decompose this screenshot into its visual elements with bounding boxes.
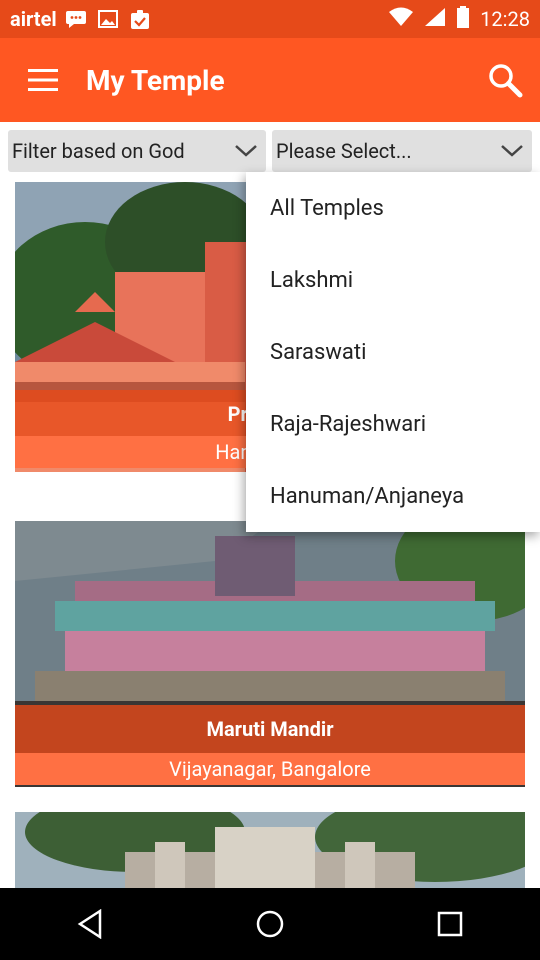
status-bar: airtel 12:28: [0, 0, 540, 38]
back-triangle-icon: [77, 909, 102, 939]
menu-item-saraswati[interactable]: Saraswati: [246, 316, 540, 388]
page-title: My Temple: [86, 63, 225, 97]
god-dropdown-menu: All Temples Lakshmi Saraswati Raja-Rajes…: [246, 172, 540, 532]
temple-card[interactable]: Maruti Mandir Vijayanagar, Bangalore: [15, 521, 525, 787]
chat-notification-icon: [65, 10, 87, 28]
wifi-icon: [388, 7, 414, 32]
menu-item-raja-rajeshwari[interactable]: Raja-Rajeshwari: [246, 388, 540, 460]
god-filter-label: Filter based on God: [12, 139, 185, 163]
recents-button[interactable]: [420, 894, 480, 954]
image-notification-icon: [97, 10, 119, 28]
home-button[interactable]: [240, 894, 300, 954]
god-filter-dropdown[interactable]: Filter based on God: [8, 130, 266, 172]
temple-photo: [15, 812, 525, 888]
temple-select-label: Please Select...: [276, 139, 412, 163]
back-button[interactable]: [60, 894, 120, 954]
recents-square-icon: [437, 911, 463, 937]
menu-item-lakshmi[interactable]: Lakshmi: [246, 244, 540, 316]
search-button[interactable]: [470, 38, 540, 122]
clock-time: 12:28: [480, 7, 530, 31]
system-navigation-bar: [0, 888, 540, 960]
battery-icon: [456, 5, 470, 33]
temple-name: Maruti Mandir: [15, 705, 525, 753]
app-bar: My Temple: [0, 38, 540, 122]
temple-location: Vijayanagar, Bangalore: [15, 753, 525, 785]
chevron-down-icon: [235, 145, 257, 157]
signal-icon: [424, 7, 446, 32]
hamburger-menu-button[interactable]: [0, 38, 86, 122]
chevron-down-icon: [501, 145, 523, 157]
carrier-label: airtel: [10, 7, 57, 31]
clipboard-check-icon: [129, 10, 151, 29]
temple-card[interactable]: [15, 812, 525, 888]
menu-item-all-temples[interactable]: All Temples: [246, 172, 540, 244]
temple-select-dropdown[interactable]: Please Select...: [272, 130, 532, 172]
filter-bar: Filter based on God Please Select...: [0, 122, 540, 178]
search-icon: [489, 64, 523, 98]
menu-item-hanuman-anjaneya[interactable]: Hanuman/Anjaneya: [246, 460, 540, 532]
home-circle-icon: [256, 910, 284, 938]
menu-icon: [28, 69, 58, 91]
